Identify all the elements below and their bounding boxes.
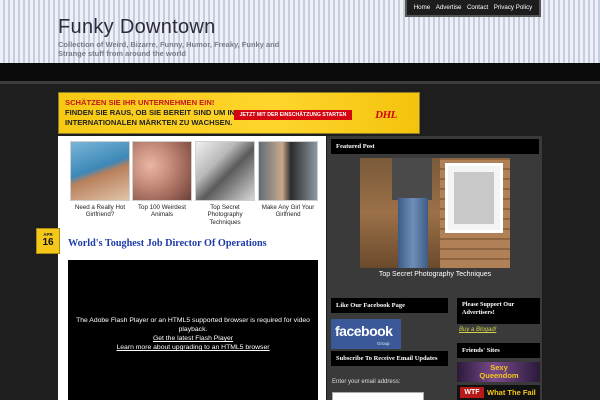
site-title[interactable]: Funky Downtown	[58, 16, 216, 39]
player-required-text: The Adobe Flash Player or an HTML5 suppo…	[76, 317, 310, 333]
facebook-group-label: Group	[377, 341, 390, 346]
wtf-badge: WTF	[460, 387, 484, 398]
related-posts-thumbnails: Need a Really Hot Girlfriend? Top 100 We…	[70, 141, 324, 229]
person-legs-graphic	[398, 198, 428, 268]
nav-advertise-link[interactable]: Advertise	[436, 4, 462, 11]
facebook-group-badge[interactable]: facebook Group	[331, 319, 401, 349]
post-date-badge: APR 16	[36, 228, 60, 254]
facebook-heading: Like Our Facebook Page	[331, 298, 448, 313]
thumbnail-image[interactable]	[70, 141, 130, 201]
nav-home-link[interactable]: Home	[414, 4, 431, 11]
facebook-logo-text: facebook	[335, 323, 393, 339]
thumbnail-caption[interactable]: Top 100 Weirdest Animals	[132, 204, 192, 219]
video-player[interactable]: The Adobe Flash Player or an HTML5 suppo…	[68, 260, 318, 400]
dhl-logo: DHL	[375, 109, 397, 121]
thumbnail-image[interactable]	[258, 141, 318, 201]
site-description: Collection of Weird, Bizarre, Funny, Hum…	[58, 40, 280, 58]
friend-site-sexy-queendom[interactable]: Sexy Queendom	[457, 362, 540, 382]
nav-privacy-policy-link[interactable]: Privacy Policy	[494, 4, 533, 11]
buy-blogad-link[interactable]: Buy a Blogad!	[459, 327, 496, 333]
thumbnail-image[interactable]	[132, 141, 192, 201]
featured-post-caption[interactable]: Top Secret Photography Techniques	[331, 271, 539, 278]
site-header: Funky Downtown Collection of Weird, Biza…	[0, 0, 600, 63]
divider	[0, 81, 600, 84]
support-advertisers-heading: Please Support Our Advertisers!	[457, 298, 540, 324]
thumbnail-caption[interactable]: Need a Really Hot Girlfriend?	[70, 204, 130, 219]
thumbnail-item[interactable]: Need a Really Hot Girlfriend?	[70, 141, 130, 219]
post-title-link[interactable]: World's Toughest Job Director Of Operati…	[68, 238, 267, 249]
top-navigation: Home Advertise Contact Privacy Policy	[405, 0, 541, 17]
thumbnail-image[interactable]	[195, 141, 255, 201]
banner-cta-button[interactable]: JETZT MIT DER EINSCHÄTZUNG STARTEN	[234, 110, 352, 120]
friend-site-label: Sexy Queendom	[479, 363, 519, 380]
friends-sites-heading: Friends' Sites	[457, 343, 540, 358]
featured-post-image[interactable]	[360, 158, 510, 268]
banner-text-line: FINDEN SIE RAUS, OB SIE BEREIT SIND UM I…	[65, 108, 236, 117]
thumbnail-caption[interactable]: Make Any Girl Your Girlfriend	[258, 204, 318, 219]
window-graphic	[445, 163, 503, 233]
learn-html5-link[interactable]: Learn more about upgrading to an HTML5 b…	[116, 344, 269, 351]
thumbnail-item[interactable]: Make Any Girl Your Girlfriend	[258, 141, 318, 219]
thumbnail-item[interactable]: Top 100 Weirdest Animals	[132, 141, 192, 219]
dhl-banner-ad[interactable]: SCHÄTZEN SIE IHR UNTERNEHMEN EIN! FINDEN…	[58, 92, 420, 134]
banner-headline: SCHÄTZEN SIE IHR UNTERNEHMEN EIN!	[65, 98, 215, 107]
header-strip	[0, 63, 600, 81]
nav-contact-link[interactable]: Contact	[467, 4, 488, 11]
email-input[interactable]	[332, 392, 424, 400]
thumbnail-caption[interactable]: Top Secret Photography Techniques	[195, 204, 255, 226]
subscribe-heading: Subscribe To Receive Email Updates	[331, 351, 448, 366]
featured-post-heading: Featured Post	[331, 139, 539, 154]
player-fallback-message: The Adobe Flash Player or an HTML5 suppo…	[68, 316, 318, 352]
get-flash-player-link[interactable]: Get the latest Flash Player	[153, 335, 233, 342]
friend-site-what-the-fail[interactable]: WTF What The Fail	[457, 385, 540, 400]
friend-site-label: What The Fail	[487, 388, 536, 397]
person-graphic	[392, 158, 432, 200]
post-date-day: 16	[42, 237, 54, 248]
banner-text-line: INTERNATIONALEN MÄRKTEN ZU WACHSEN.	[65, 118, 233, 127]
thumbnail-item[interactable]: Top Secret Photography Techniques	[195, 141, 255, 226]
email-label: Enter your email address:	[332, 379, 401, 385]
